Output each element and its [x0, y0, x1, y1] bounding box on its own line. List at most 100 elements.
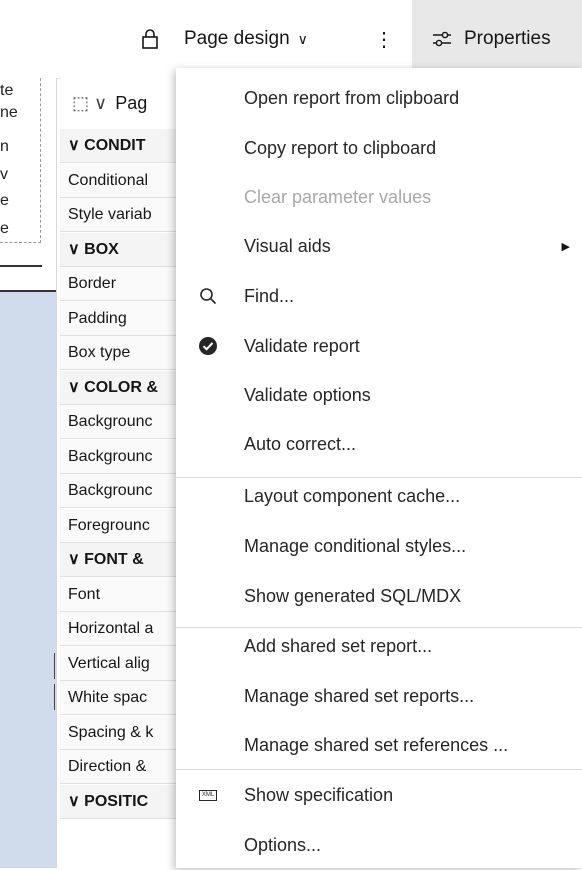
menu-item[interactable]: Visual aids ▶ [176, 221, 582, 271]
property-label: Backgrounc [68, 482, 153, 499]
menu-item[interactable]: Copy report to clipboard [176, 123, 582, 173]
menu-item[interactable]: XML Show specification [176, 770, 582, 820]
property-section-header[interactable]: ∨ POSITIC [60, 784, 184, 819]
panel-header-label: Pag [115, 92, 148, 113]
select-ancestor-icon[interactable]: ⬚ ∨ [72, 93, 107, 114]
xml-icon-text: XML [198, 789, 218, 801]
properties-label: Properties [464, 28, 551, 49]
property-row[interactable]: Backgrounc [60, 474, 184, 508]
page-design-label: Page design [184, 28, 290, 49]
property-label: Direction & [68, 758, 147, 775]
panel-resize-handle[interactable] [54, 653, 58, 710]
property-section-header[interactable]: ∨ FONT & [60, 543, 184, 577]
property-row[interactable]: Border [60, 267, 184, 301]
property-row[interactable]: Horizontal a [60, 612, 184, 646]
property-label: Vertical alig [68, 654, 150, 672]
menu-item[interactable]: Validate report [176, 321, 582, 371]
menu-item-label: Find... [244, 285, 295, 306]
menu-item[interactable]: Validate options [176, 370, 582, 420]
menu-item-label: Validate report [244, 335, 360, 356]
menu-item-label: Manage shared set references ... [244, 734, 509, 755]
menu-item[interactable]: Manage shared set references ... [176, 720, 582, 770]
menu-item[interactable]: Open report from clipboard [176, 73, 582, 123]
report-canvas[interactable]: te ne n v e e [0, 78, 57, 868]
menu-item-label: Manage shared set reports... [244, 685, 475, 706]
menu-item[interactable]: Add shared set report... [176, 621, 582, 671]
property-label: Border [68, 275, 117, 292]
lock-icon [142, 29, 158, 49]
menu-item[interactable]: Layout component cache... [176, 471, 582, 521]
property-row[interactable]: Backgrounc [60, 405, 184, 439]
menu-item: Clear parameter values [176, 172, 582, 222]
checkmark-filled-icon [196, 334, 220, 358]
property-label: COLOR & [84, 378, 158, 396]
property-row[interactable]: Conditional [60, 163, 184, 198]
property-label: BOX [84, 240, 119, 258]
chevron-down-icon: ∨ [68, 378, 85, 396]
property-label: Padding [68, 309, 127, 327]
property-row[interactable]: Spacing & k [60, 715, 184, 750]
properties-button[interactable]: Properties [412, 0, 582, 78]
menu-item[interactable]: Manage shared set reports... [176, 671, 582, 721]
property-label: White spac [68, 689, 148, 706]
property-label: POSITIC [84, 792, 149, 810]
menu-item-label: Visual aids [244, 235, 331, 256]
menu-item-label: Manage conditional styles... [244, 535, 467, 556]
property-row[interactable]: Vertical alig [60, 646, 184, 681]
property-label: FONT & [84, 551, 144, 568]
xml-icon: XML [196, 783, 220, 807]
menu-item-label: Copy report to clipboard [244, 137, 437, 158]
property-label: Backgrounc [68, 447, 153, 465]
property-label: Horizontal a [68, 620, 154, 637]
chevron-down-icon: ∨ [68, 240, 85, 258]
menu-item[interactable]: Show generated SQL/MDX [176, 571, 582, 621]
menu-item-label: Layout component cache... [244, 485, 461, 506]
property-row[interactable]: Style variab [60, 198, 184, 232]
menu-item[interactable]: Auto correct... [176, 419, 582, 469]
property-section-header[interactable]: ∨ BOX [60, 232, 184, 267]
canvas-divider [0, 265, 42, 267]
caret-right-icon: ▶ [561, 240, 570, 253]
settings-adjust-icon [433, 31, 451, 47]
menu-item[interactable]: Find... [176, 271, 582, 321]
property-row[interactable]: Font [60, 577, 184, 612]
menu-item-label: Open report from clipboard [244, 87, 460, 108]
properties-panel: ⬚ ∨ Pag ∨ CONDIT Conditional Style variab ∨… [60, 78, 184, 868]
menu-item-label: Options... [244, 834, 322, 855]
menu-item-label: Add shared set report... [244, 635, 433, 656]
property-label: Backgrounc [68, 413, 153, 430]
canvas-selected-block[interactable] [0, 292, 56, 868]
panel-header: ⬚ ∨ Pag [60, 78, 184, 128]
property-row[interactable]: Foregrounc [60, 508, 184, 543]
canvas-text-fragment: e [0, 192, 9, 209]
lock-button[interactable] [124, 0, 176, 78]
property-row[interactable]: Direction & [60, 750, 184, 784]
menu-item-label: Show generated SQL/MDX [244, 585, 462, 606]
menu-divider [176, 477, 582, 478]
property-label: Box type [68, 344, 131, 361]
menu-item[interactable]: Options... [176, 820, 582, 870]
property-row[interactable]: Backgrounc [60, 439, 184, 474]
property-row[interactable]: White spac [60, 681, 184, 715]
chevron-down-icon: ∨ [68, 551, 85, 568]
more-options-button[interactable]: ⋮ [356, 0, 412, 78]
search-icon [196, 284, 220, 308]
property-row[interactable]: Padding [60, 301, 184, 336]
property-section-header[interactable]: ∨ CONDIT [60, 129, 184, 163]
page-design-dropdown[interactable]: Page design ∨ [176, 0, 356, 78]
canvas-text-fragment: ne [0, 104, 18, 121]
menu-item-label: Validate options [244, 384, 371, 405]
property-label: CONDIT [84, 137, 146, 154]
property-row[interactable]: Box type [60, 336, 184, 370]
menu-item[interactable]: Manage conditional styles... [176, 521, 582, 571]
menu-divider [176, 627, 582, 628]
overflow-menu-icon: ⋮ [374, 28, 394, 51]
menu-item-label: Show specification [244, 784, 394, 805]
canvas-text-fragment: te [0, 82, 14, 99]
property-label: Font [68, 585, 101, 603]
property-label: Conditional [68, 171, 149, 189]
property-label: Foregrounc [68, 516, 150, 534]
chevron-down-icon: ∨ [68, 137, 85, 154]
chevron-down-icon: ∨ [297, 30, 308, 47]
property-section-header[interactable]: ∨ COLOR & [60, 370, 184, 405]
